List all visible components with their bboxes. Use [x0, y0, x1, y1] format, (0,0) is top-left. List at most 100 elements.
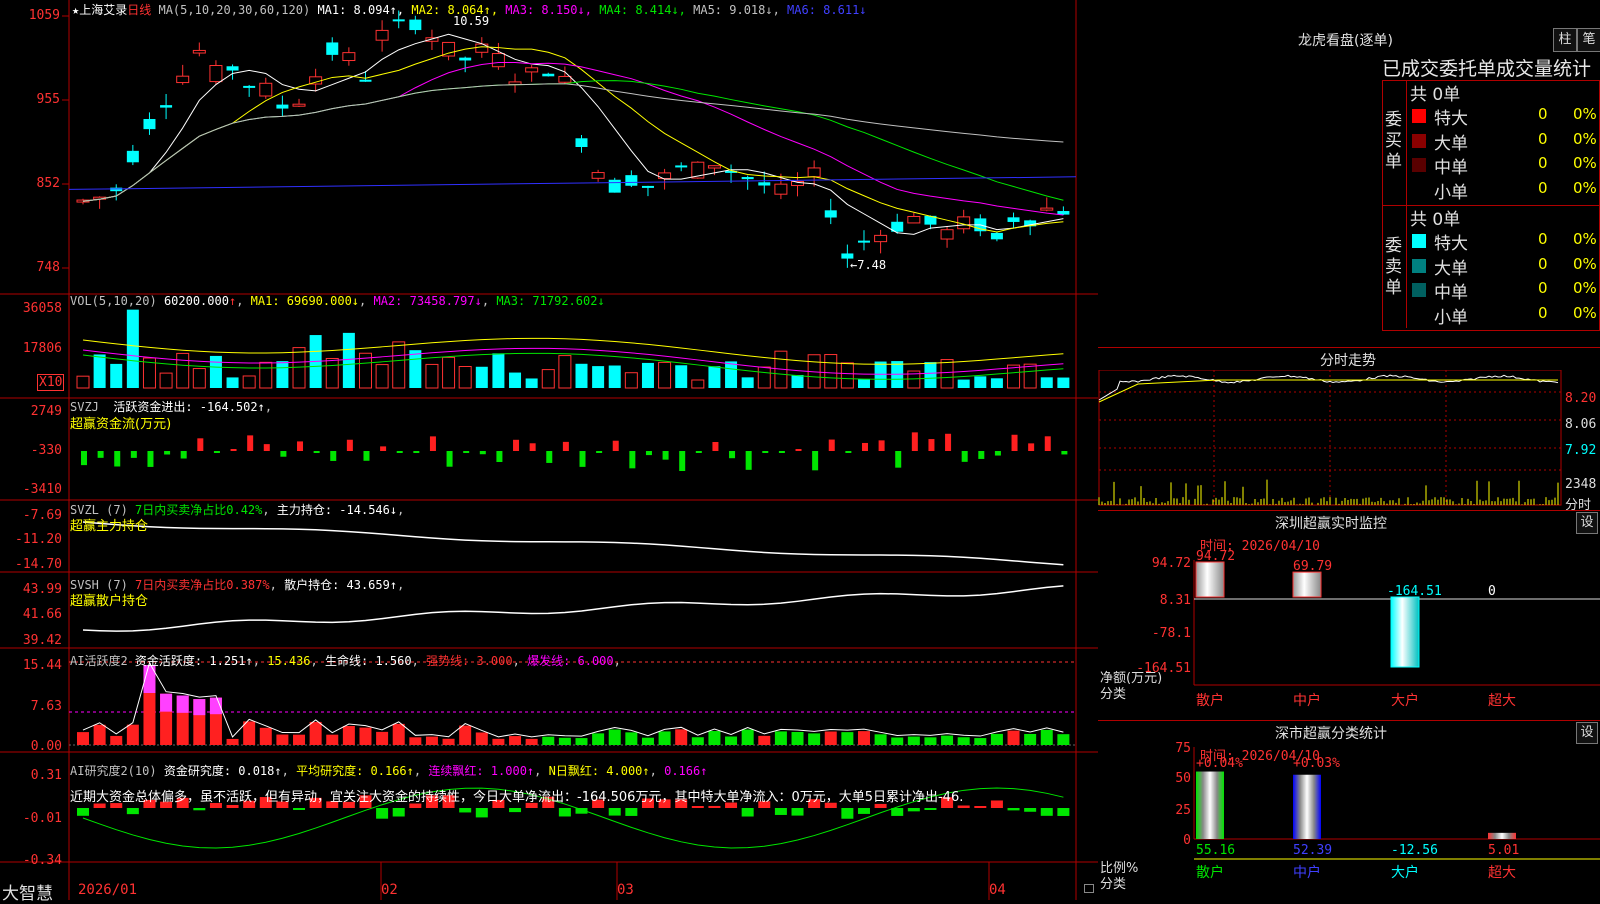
- activity-bar: [376, 731, 389, 745]
- row-value: 0: [1538, 129, 1548, 148]
- candle: [226, 64, 239, 80]
- ss-category: 中户: [1293, 864, 1321, 881]
- lock-icon[interactable]: [1084, 884, 1094, 893]
- volume-bar: [791, 374, 804, 388]
- volume-bar: [276, 361, 289, 388]
- main-position-line: [82, 521, 1064, 566]
- period-label[interactable]: 日线: [127, 3, 151, 17]
- activity-bar: [708, 731, 721, 745]
- intraday-chart[interactable]: [1098, 370, 1600, 510]
- activity-bar: [226, 738, 239, 745]
- activity-bar: [442, 738, 455, 745]
- ss-category: 大户: [1391, 864, 1419, 881]
- fund-flow-bar: [529, 443, 536, 451]
- fund-flow-bar: [878, 440, 885, 451]
- fund-flow-bar: [147, 451, 154, 467]
- fund-flow-bar: [812, 451, 819, 471]
- fund-flow-bar: [828, 439, 835, 451]
- ma-item: MA1: 8.094↑,: [317, 3, 405, 17]
- research-bar: [957, 805, 970, 808]
- vol-ma3: MA3: 71792.602↓: [496, 294, 605, 308]
- activity-bar: [1040, 729, 1053, 745]
- ai2-title: AI研究度2(10): [70, 764, 157, 778]
- intraday-avg-line: [1098, 379, 1558, 403]
- activity-bar: [309, 721, 322, 745]
- ai2-tick: 0.31: [30, 768, 62, 783]
- legend-swatch: [1412, 182, 1426, 197]
- candle: [508, 73, 522, 93]
- ss-category: 超大: [1488, 865, 1516, 881]
- ai2-comment: 近期大资金总体偏多，虽不活跃，但有异动，宜关注大资金的持续性，今日大单净流出：-…: [70, 790, 964, 805]
- ss-top-label: +0.04%: [1196, 756, 1243, 771]
- research-bar: [791, 808, 804, 816]
- row-value: 0: [1538, 154, 1548, 172]
- activity-bar: [475, 732, 488, 745]
- ai2-l5: 0.166↑: [664, 764, 708, 778]
- tick-mode-button[interactable]: 笔: [1577, 28, 1600, 52]
- activity-bar: [342, 725, 355, 745]
- volume-bar: [990, 378, 1003, 388]
- activity-bar: [525, 738, 538, 745]
- candle: [741, 175, 754, 190]
- activity-bar: [957, 737, 970, 745]
- sz-category: 中户: [1293, 692, 1321, 709]
- vol-unit: X10: [37, 374, 65, 391]
- research-bar: [841, 808, 854, 819]
- fund-flow-bar: [297, 441, 304, 451]
- activity-bar: [774, 731, 787, 745]
- divider: [1098, 347, 1600, 348]
- volume-bar: [425, 363, 439, 389]
- candle: [758, 171, 771, 194]
- candle: [409, 15, 422, 35]
- volume-bar: [857, 379, 870, 388]
- sz-category: 散户: [1196, 692, 1224, 709]
- vol-arrow: ↑: [228, 294, 237, 308]
- svsh-label2: 散户持仓: 43.659↑: [284, 578, 398, 592]
- row-value: 0: [1538, 178, 1548, 197]
- stock-name[interactable]: ★上海艾录: [72, 3, 127, 17]
- research-bar: [974, 806, 987, 808]
- volume-bar: [392, 341, 406, 389]
- peak-value: 10.59: [453, 14, 490, 28]
- volume-bar: [1023, 363, 1037, 389]
- sz-axis-tick: 94.72: [1152, 556, 1191, 571]
- activity-bar: [608, 729, 621, 745]
- x-tick: 2026/01: [78, 882, 138, 898]
- sz-bar-value: 94.72: [1196, 549, 1235, 564]
- ma-item: MA4: 8.414↓,: [591, 3, 686, 17]
- svzj-tick: -3410: [22, 482, 62, 497]
- chart-area[interactable]: 1059 955 852 748 ★上海艾录日线 MA(5,10,20,30,6…: [0, 0, 1098, 904]
- fs-title: 分时走势: [1320, 353, 1376, 369]
- research-bar: [907, 808, 920, 812]
- ma-item: MA6: 8.611↓: [779, 3, 867, 17]
- x-tick: 02: [381, 882, 398, 898]
- research-bar: [459, 808, 472, 813]
- ss-top-label: +0.03%: [1293, 756, 1340, 771]
- activity-bar: [841, 732, 854, 745]
- research-bar: [558, 808, 571, 817]
- vol-ma-line: [82, 337, 1064, 365]
- candle: [558, 66, 572, 84]
- volume-bar: [442, 356, 456, 389]
- candle: [276, 95, 289, 117]
- ss-unit2: 分类: [1100, 877, 1127, 892]
- ss-axis-tick: 50: [1175, 771, 1191, 786]
- sz-bar: [1292, 571, 1322, 598]
- ss-bar-value: 55.16: [1196, 843, 1235, 858]
- activity-bar: [160, 693, 173, 745]
- volume-bar: [575, 363, 588, 388]
- candle: [326, 37, 339, 61]
- volume-bar: [592, 366, 605, 388]
- research-bar: [226, 804, 239, 808]
- bar-mode-button[interactable]: 柱: [1553, 28, 1577, 52]
- ai1-title: AI活跃度2: [70, 654, 128, 668]
- ss-bar-value: 52.39: [1293, 843, 1332, 858]
- fund-flow-bar: [596, 451, 603, 453]
- volume-bar: [259, 361, 273, 389]
- sz-category: 大户: [1391, 692, 1419, 709]
- fund-flow-bar: [662, 451, 669, 460]
- buy-total: 共 0单: [1410, 85, 1461, 105]
- sz-bar-value: -164.51: [1387, 584, 1442, 599]
- brand-logo[interactable]: 大智慧: [2, 879, 53, 904]
- activity-bar: [808, 733, 821, 745]
